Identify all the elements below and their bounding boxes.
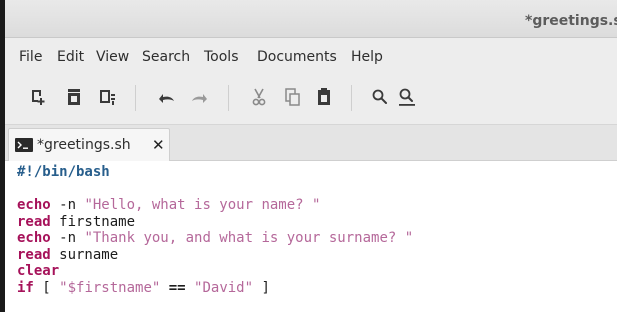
- toolbar-separator: [228, 85, 229, 111]
- code-token: firstname: [50, 213, 136, 230]
- code-token: if: [17, 279, 34, 296]
- new-document-button[interactable]: [27, 86, 49, 108]
- code-token: "Thank you, and what is your surname? ": [84, 230, 414, 246]
- code-line: echo -n "Thank you, and what is your sur…: [17, 230, 413, 246]
- find-button[interactable]: [369, 86, 391, 108]
- code-token: "David": [194, 279, 254, 296]
- cut-icon: [252, 88, 266, 106]
- menu-help[interactable]: Help: [351, 49, 383, 65]
- tab-greetings-sh[interactable]: *greetings.sh ✕: [8, 128, 170, 161]
- menu-documents[interactable]: Documents: [257, 49, 337, 65]
- code-token: ==: [160, 279, 195, 296]
- code-line: read firstname: [17, 214, 135, 230]
- menu-view[interactable]: View: [96, 49, 129, 65]
- code-token: read: [17, 213, 51, 230]
- paste-icon: [318, 88, 330, 105]
- code-editor[interactable]: #!/bin/bash echo -n "Hello, what is your …: [5, 161, 617, 312]
- code-line: if [ "$firstname" == "David" ]: [17, 280, 270, 296]
- code-token: read: [17, 246, 51, 263]
- code-line: clear: [17, 263, 59, 279]
- code-token: -n: [50, 230, 85, 246]
- menu-bar: File Edit View Search Tools Documents He…: [5, 38, 617, 74]
- code-line: read surname: [17, 247, 118, 263]
- redo-button[interactable]: [189, 86, 211, 108]
- menu-search[interactable]: Search: [142, 49, 190, 65]
- code-token: "$firstname": [59, 279, 161, 296]
- find-replace-button[interactable]: [396, 86, 418, 108]
- toolbar-separator: [351, 85, 352, 111]
- save-document-icon: [100, 90, 115, 105]
- document-tab-strip: *greetings.sh ✕: [5, 125, 617, 161]
- toolbar-separator: [135, 85, 136, 111]
- open-document-button[interactable]: [63, 86, 85, 108]
- open-document-icon: [68, 89, 80, 105]
- menu-edit[interactable]: Edit: [57, 49, 84, 65]
- code-token: echo: [17, 197, 51, 213]
- undo-button[interactable]: [155, 86, 177, 108]
- code-token: [: [33, 279, 60, 296]
- new-document-icon: [32, 90, 45, 105]
- save-document-button[interactable]: [96, 86, 118, 108]
- redo-icon: [192, 94, 207, 103]
- code-token: #!/bin/bash: [17, 164, 110, 180]
- window-title: *greetings.s: [525, 13, 617, 29]
- tab-label: *greetings.sh: [37, 137, 131, 153]
- code-token: surname: [50, 246, 119, 263]
- copy-icon: [285, 88, 300, 106]
- terminal-file-icon: [15, 138, 33, 152]
- menu-tools[interactable]: Tools: [204, 49, 239, 65]
- code-token: -n: [50, 197, 85, 213]
- toolbar: [5, 74, 617, 125]
- find-icon: [372, 89, 387, 104]
- cut-button[interactable]: [248, 86, 270, 108]
- code-token: "Hello, what is your name? ": [84, 197, 321, 213]
- title-bar[interactable]: *greetings.s: [5, 0, 617, 38]
- copy-button[interactable]: [281, 86, 303, 108]
- code-token: echo: [17, 230, 51, 246]
- paste-button[interactable]: [313, 86, 335, 108]
- code-line: #!/bin/bash: [17, 164, 110, 180]
- undo-icon: [159, 94, 174, 103]
- code-token: ]: [253, 279, 270, 296]
- menu-file[interactable]: File: [19, 49, 42, 65]
- code-line: echo -n "Hello, what is your name? ": [17, 197, 320, 213]
- find-replace-icon: [399, 88, 415, 106]
- tab-close-icon[interactable]: ✕: [152, 136, 165, 154]
- code-token: clear: [17, 263, 60, 279]
